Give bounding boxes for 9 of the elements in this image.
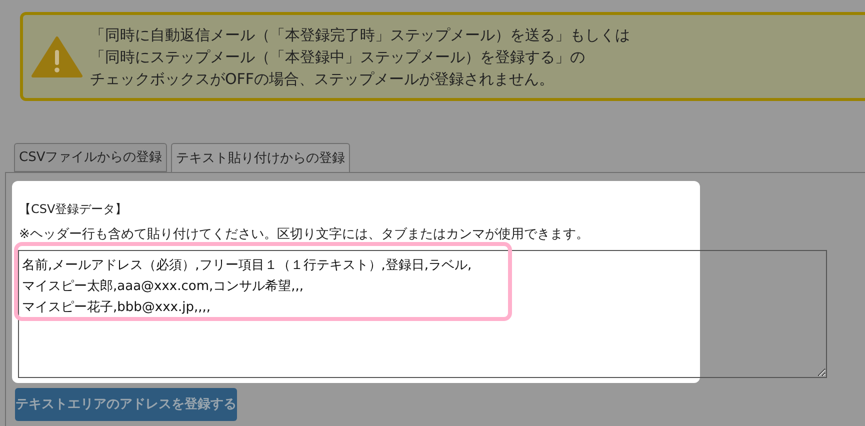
tab[interactable]: テキスト貼り付けからの登録 — [171, 143, 350, 173]
notice-text: ※ヘッダー行も含めて貼り付けてください。区切り文字には、タブまたはカンマが使用できます。 — [19, 226, 589, 244]
section-heading: 【CSV登録データ】 — [19, 201, 128, 218]
warning-text: チェックボックスがOFFの場合、ステップメールが登録されません。 — [90, 68, 556, 90]
warning-text: 「同時にステップメール（「本登録中」ステップメール）を登録する」の — [90, 46, 586, 68]
warning-icon — [31, 36, 83, 78]
csv-textarea[interactable]: 名前,メールアドレス（必須）,フリー項目１（１行テキスト）,登録日,ラベル, マイスピー太郎,aaa@xxx.com,コンサル希望,,, マイスピー花子,bbb@xxx.jp,,,, — [18, 250, 827, 378]
warning-text: 「同時に自動返信メール（「本登録完了時」ステップメール）を送る」もしくは — [90, 24, 630, 46]
tab[interactable]: CSVファイルからの登録 — [14, 143, 168, 172]
